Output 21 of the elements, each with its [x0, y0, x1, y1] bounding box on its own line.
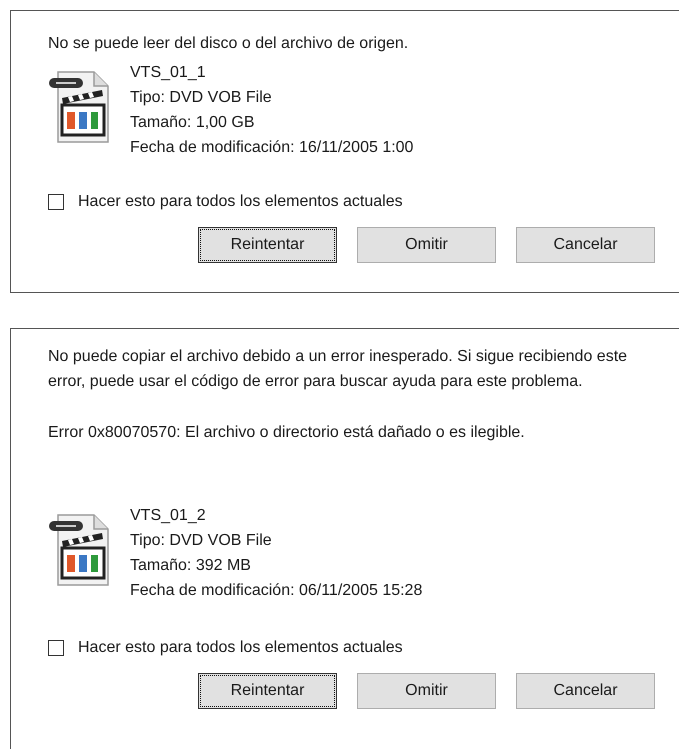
file-name: VTS_01_2: [130, 506, 207, 526]
checkbox[interactable]: [48, 640, 64, 656]
dialog-button[interactable]: Omitir: [357, 673, 496, 709]
error-message: Error 0x80070570: El archivo o directorio está dañado o es ilegible.: [48, 423, 526, 443]
file-date: Fecha de modificación: 06/11/2005 15:28: [130, 581, 422, 601]
file-date: Fecha de modificación: 16/11/2005 1:00: [130, 138, 414, 158]
file-type: Tipo: DVD VOB File: [130, 88, 273, 108]
file-type: Tipo: DVD VOB File: [130, 531, 273, 551]
dialog-button[interactable]: Reintentar: [198, 673, 337, 709]
file-size: Tamaño: 392 MB: [130, 556, 252, 576]
file-size: Tamaño: 1,00 GB: [130, 113, 256, 133]
dialog-button[interactable]: Cancelar: [516, 673, 655, 709]
error-message: No se puede leer del disco o del archivo de origen.: [48, 34, 410, 54]
checkbox-label: Hacer esto para todos los elementos actuales: [78, 639, 403, 657]
file-name: VTS_01_1: [130, 63, 207, 83]
error-message: No puede copiar el archivo debido a un error inesperado. Si sigue recibiendo este error, puede usar el código de error para buscar ayuda para este problema.: [48, 347, 628, 392]
checkbox[interactable]: [48, 194, 64, 210]
checkbox-label: Hacer esto para todos los elementos actuales: [78, 193, 403, 211]
dialog-button[interactable]: Omitir: [357, 227, 496, 263]
dialog-button[interactable]: Reintentar: [198, 227, 337, 263]
dialog-button[interactable]: Cancelar: [516, 227, 655, 263]
